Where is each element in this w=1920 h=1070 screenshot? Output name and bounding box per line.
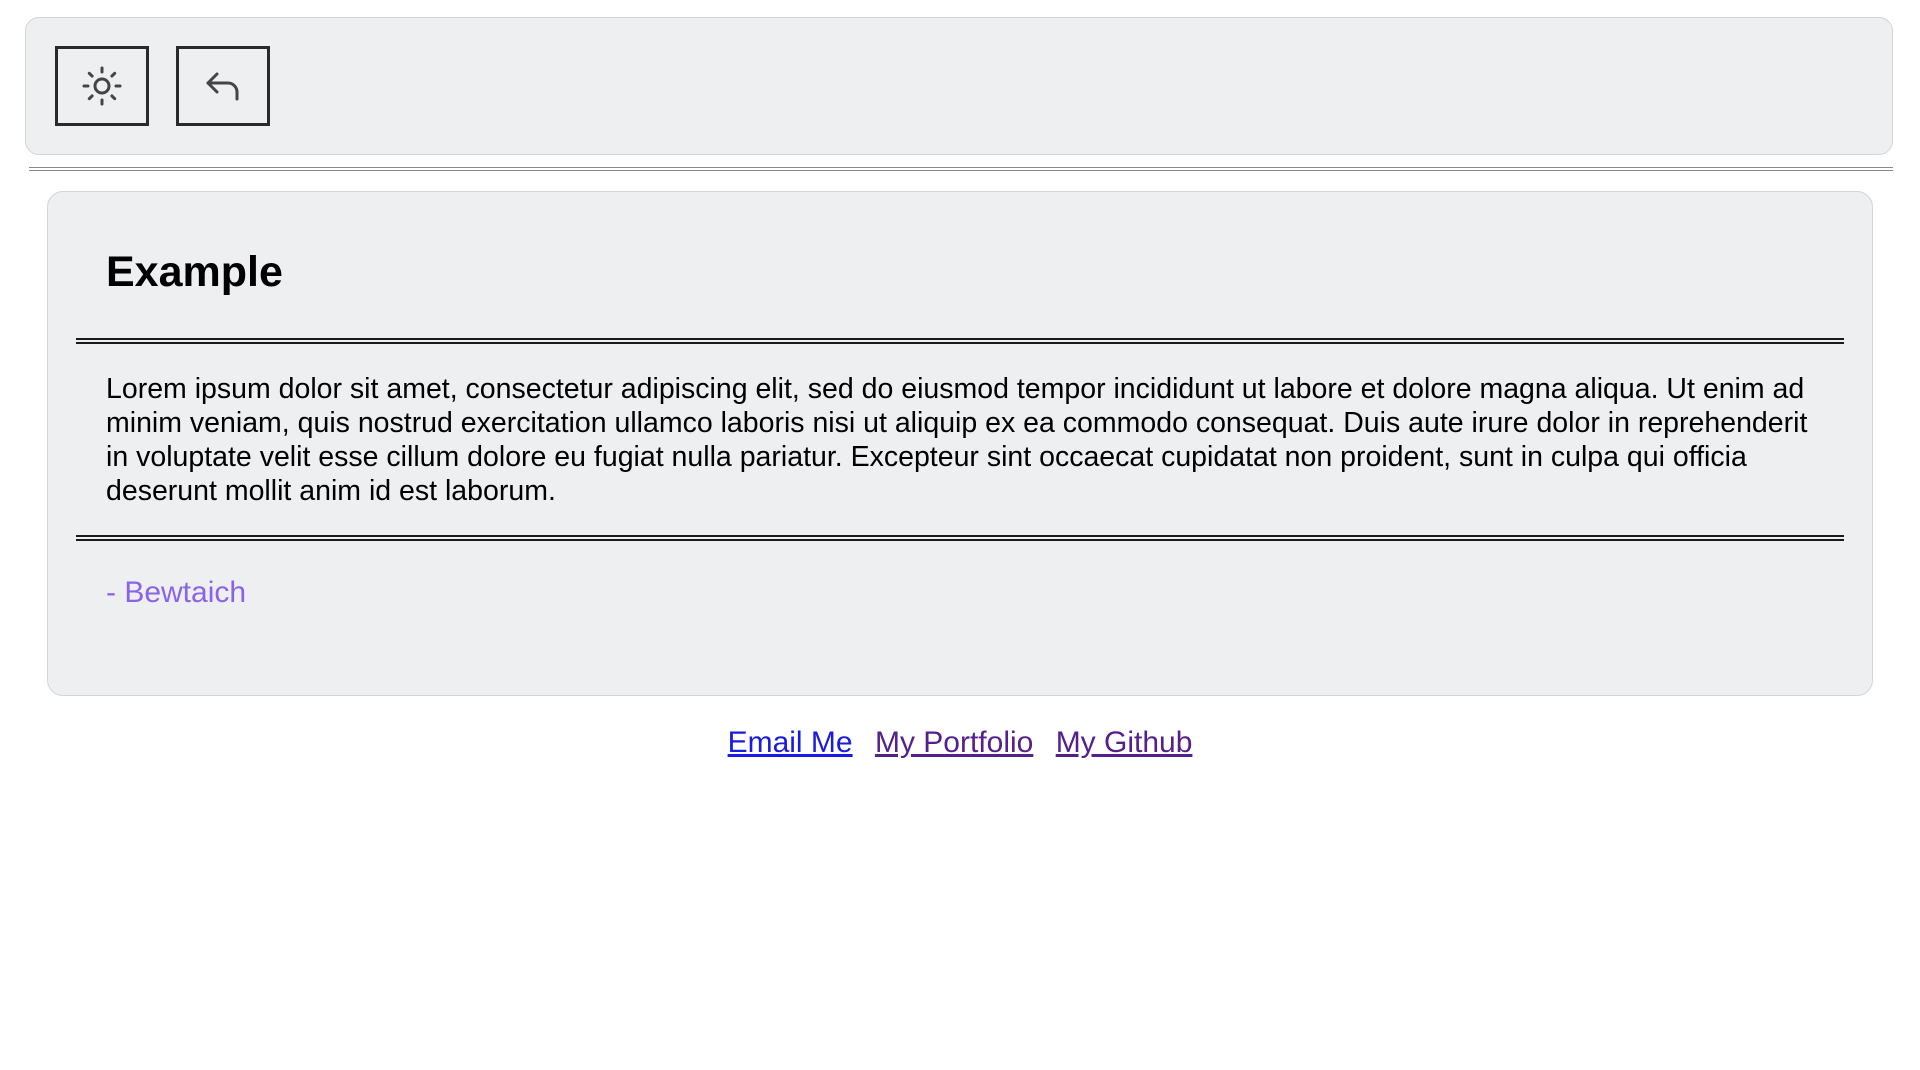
title-divider bbox=[76, 338, 1844, 344]
author-signature: - Bewtaich bbox=[106, 576, 247, 609]
content-card: Example Lorem ipsum dolor sit amet, cons… bbox=[47, 191, 1873, 696]
theme-toggle-button[interactable] bbox=[55, 46, 149, 126]
top-toolbar bbox=[25, 17, 1893, 155]
email-me-link[interactable]: Email Me bbox=[728, 726, 853, 759]
toolbar-divider bbox=[29, 167, 1893, 171]
body-divider bbox=[76, 535, 1844, 541]
sun-icon bbox=[80, 64, 124, 108]
my-github-link[interactable]: My Github bbox=[1056, 726, 1193, 759]
my-portfolio-link[interactable]: My Portfolio bbox=[875, 726, 1033, 759]
undo-arrow-icon bbox=[201, 64, 245, 108]
card-title: Example bbox=[106, 248, 283, 296]
footer-links: Email Me My Portfolio My Github bbox=[0, 726, 1920, 760]
card-body-text: Lorem ipsum dolor sit amet, consectetur … bbox=[106, 373, 1808, 507]
back-button[interactable] bbox=[176, 46, 270, 126]
